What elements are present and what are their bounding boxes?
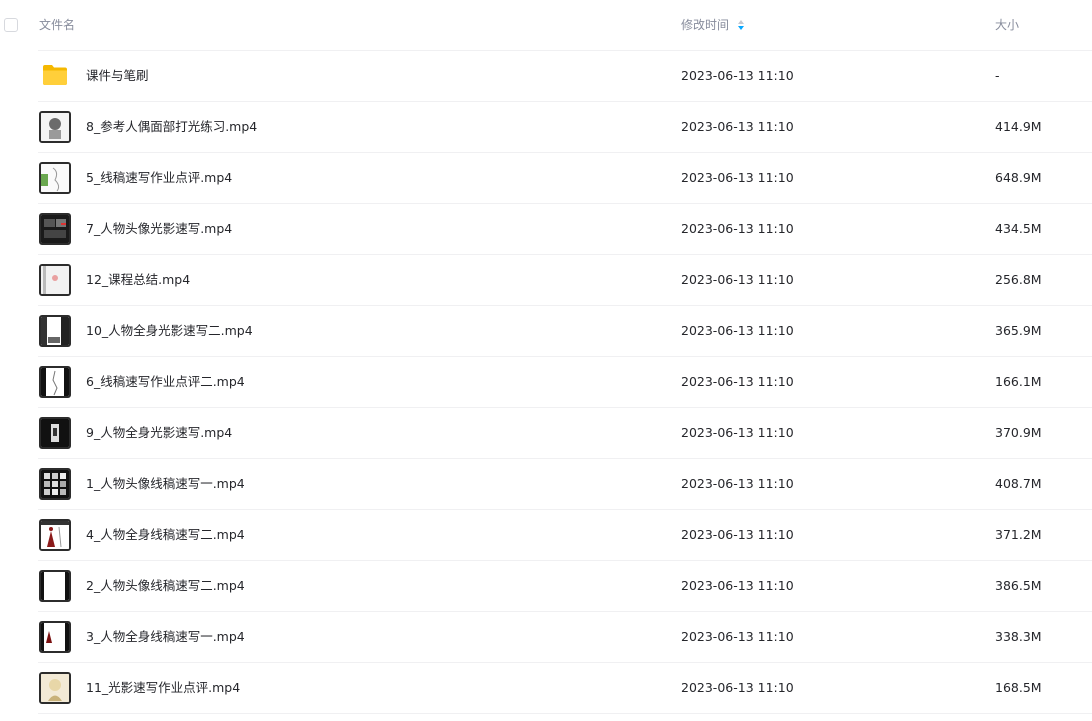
- file-name[interactable]: 9_人物全身光影速写.mp4: [86, 425, 232, 441]
- file-modified-time: 2023-06-13 11:10: [681, 476, 794, 491]
- file-modified-time: 2023-06-13 11:10: [681, 425, 794, 440]
- file-modified-time: 2023-06-13 11:10: [681, 119, 794, 134]
- file-row[interactable]: 7_人物头像光影速写.mp4 2023-06-13 11:10 434.5M: [38, 204, 1092, 255]
- folder-icon: [43, 65, 67, 85]
- file-name[interactable]: 4_人物全身线稿速写二.mp4: [86, 527, 245, 543]
- file-modified-time: 2023-06-13 11:10: [681, 629, 794, 644]
- file-size: 365.9M: [995, 323, 1042, 338]
- file-size: 166.1M: [995, 374, 1042, 389]
- file-name[interactable]: 课件与笔刷: [86, 68, 149, 84]
- file-name[interactable]: 11_光影速写作业点评.mp4: [86, 680, 240, 696]
- file-modified-time: 2023-06-13 11:10: [681, 578, 794, 593]
- file-name[interactable]: 5_线稿速写作业点评.mp4: [86, 170, 232, 186]
- file-row[interactable]: 6_线稿速写作业点评二.mp4 2023-06-13 11:10 166.1M: [38, 357, 1092, 408]
- column-header-modified[interactable]: 修改时间: [681, 18, 745, 32]
- video-thumbnail: [39, 672, 71, 704]
- file-row[interactable]: 5_线稿速写作业点评.mp4 2023-06-13 11:10 648.9M: [38, 153, 1092, 204]
- file-modified-time: 2023-06-13 11:10: [681, 68, 794, 83]
- video-thumbnail: [39, 519, 71, 551]
- video-thumbnail: [39, 111, 71, 143]
- select-all-checkbox[interactable]: [4, 18, 18, 32]
- file-size: 256.8M: [995, 272, 1042, 287]
- file-size: 386.5M: [995, 578, 1042, 593]
- column-header-modified-label: 修改时间: [681, 18, 730, 32]
- file-row[interactable]: 12_课程总结.mp4 2023-06-13 11:10 256.8M: [38, 255, 1092, 306]
- file-row[interactable]: 1_人物头像线稿速写一.mp4 2023-06-13 11:10 408.7M: [38, 459, 1092, 510]
- file-list: 文件名 修改时间 大小 课件与笔刷 2023-06-13 11:10 - 8_参考人偶…: [0, 0, 1092, 714]
- file-row[interactable]: 9_人物全身光影速写.mp4 2023-06-13 11:10 370.9M: [38, 408, 1092, 459]
- file-modified-time: 2023-06-13 11:10: [681, 374, 794, 389]
- file-size: 168.5M: [995, 680, 1042, 695]
- file-row[interactable]: 8_参考人偶面部打光练习.mp4 2023-06-13 11:10 414.9M: [38, 102, 1092, 153]
- file-modified-time: 2023-06-13 11:10: [681, 680, 794, 695]
- file-name[interactable]: 12_课程总结.mp4: [86, 272, 190, 288]
- file-name[interactable]: 2_人物头像线稿速写二.mp4: [86, 578, 245, 594]
- file-size: 414.9M: [995, 119, 1042, 134]
- file-size: -: [995, 68, 1000, 83]
- video-thumbnail: [39, 213, 71, 245]
- file-row[interactable]: 3_人物全身线稿速写一.mp4 2023-06-13 11:10 338.3M: [38, 612, 1092, 663]
- file-row[interactable]: 11_光影速写作业点评.mp4 2023-06-13 11:10 168.5M: [38, 663, 1092, 714]
- file-modified-time: 2023-06-13 11:10: [681, 323, 794, 338]
- file-size: 648.9M: [995, 170, 1042, 185]
- file-name[interactable]: 3_人物全身线稿速写一.mp4: [86, 629, 245, 645]
- video-thumbnail: [39, 366, 71, 398]
- file-name[interactable]: 7_人物头像光影速写.mp4: [86, 221, 232, 237]
- column-header-size[interactable]: 大小: [995, 18, 1019, 32]
- file-name[interactable]: 10_人物全身光影速写二.mp4: [86, 323, 253, 339]
- file-name[interactable]: 6_线稿速写作业点评二.mp4: [86, 374, 245, 390]
- file-row[interactable]: 课件与笔刷 2023-06-13 11:10 -: [38, 51, 1092, 102]
- video-thumbnail: [39, 468, 71, 500]
- file-modified-time: 2023-06-13 11:10: [681, 221, 794, 236]
- video-thumbnail: [39, 162, 71, 194]
- video-thumbnail: [39, 417, 71, 449]
- video-thumbnail: [39, 570, 71, 602]
- file-size: 371.2M: [995, 527, 1042, 542]
- file-list-header: 文件名 修改时间 大小: [4, 0, 1092, 51]
- file-name[interactable]: 8_参考人偶面部打光练习.mp4: [86, 119, 257, 135]
- file-modified-time: 2023-06-13 11:10: [681, 272, 794, 287]
- file-modified-time: 2023-06-13 11:10: [681, 527, 794, 542]
- file-name[interactable]: 1_人物头像线稿速写一.mp4: [86, 476, 245, 492]
- file-rows: 课件与笔刷 2023-06-13 11:10 - 8_参考人偶面部打光练习.mp4 20…: [0, 51, 1092, 714]
- file-size: 434.5M: [995, 221, 1042, 236]
- file-size: 338.3M: [995, 629, 1042, 644]
- file-size: 370.9M: [995, 425, 1042, 440]
- file-row[interactable]: 4_人物全身线稿速写二.mp4 2023-06-13 11:10 371.2M: [38, 510, 1092, 561]
- sort-icon[interactable]: [737, 19, 745, 31]
- file-size: 408.7M: [995, 476, 1042, 491]
- file-row[interactable]: 2_人物头像线稿速写二.mp4 2023-06-13 11:10 386.5M: [38, 561, 1092, 612]
- column-header-name[interactable]: 文件名: [39, 18, 75, 32]
- file-row[interactable]: 10_人物全身光影速写二.mp4 2023-06-13 11:10 365.9M: [38, 306, 1092, 357]
- video-thumbnail: [39, 315, 71, 347]
- video-thumbnail: [39, 621, 71, 653]
- file-modified-time: 2023-06-13 11:10: [681, 170, 794, 185]
- video-thumbnail: [39, 264, 71, 296]
